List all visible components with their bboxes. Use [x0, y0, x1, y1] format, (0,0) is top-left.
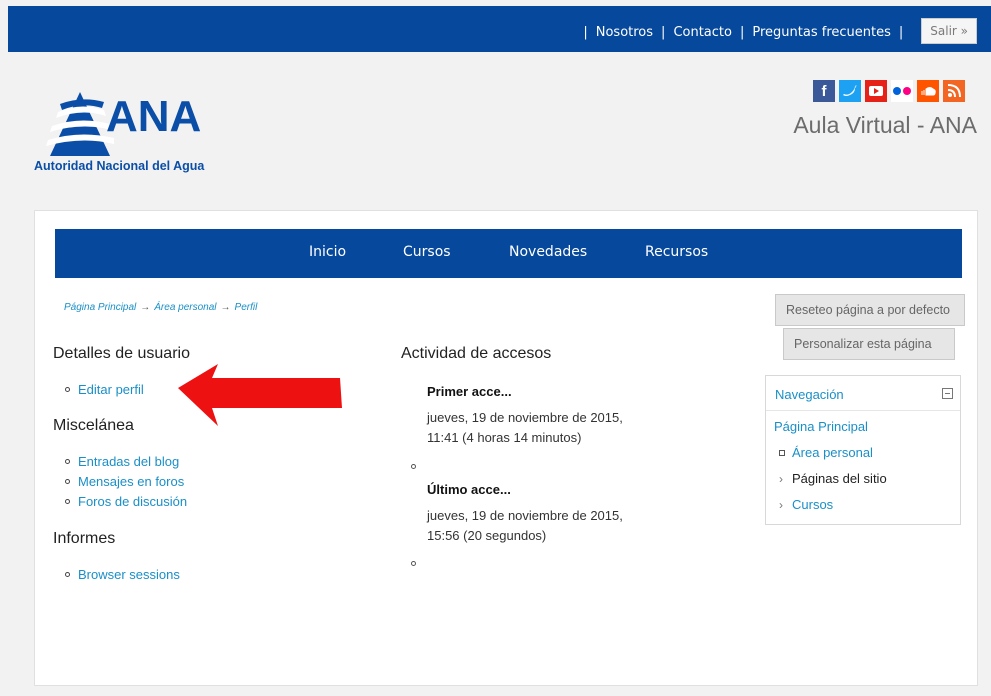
forum-posts-link[interactable]: Mensajes en foros	[78, 474, 184, 489]
list-item: Editar perfil	[65, 382, 144, 397]
breadcrumb: Página Principal → Área personal → Perfil	[64, 302, 257, 313]
list-item: Mensajes en foros	[65, 474, 184, 489]
social-icons: f	[813, 80, 965, 102]
user-details-heading: Detalles de usuario	[53, 345, 190, 362]
flickr-icon[interactable]	[891, 80, 913, 102]
first-access-time: 11:41 (4 horas 14 minutos)	[427, 430, 582, 445]
edit-profile-link[interactable]: Editar perfil	[78, 382, 144, 397]
separator: |	[739, 24, 745, 40]
annotation-arrow-icon	[178, 364, 342, 426]
first-access-date: jueves, 19 de noviembre de 2015,	[427, 410, 623, 425]
separator: |	[583, 24, 588, 40]
last-access-date: jueves, 19 de noviembre de 2015,	[427, 508, 623, 523]
nav-personal-link[interactable]: Área personal	[792, 445, 873, 460]
breadcrumb-arrow-icon: →	[140, 302, 151, 313]
list-item: Entradas del blog	[65, 454, 179, 469]
navigation-block: Navegación Página Principal Área persona…	[765, 375, 961, 525]
logo-subtitle: Autoridad Nacional del Agua	[34, 159, 205, 173]
logo-text: ANA	[106, 92, 202, 141]
main-card: Inicio Cursos Novedades Recursos Página …	[34, 210, 978, 686]
activity-heading: Actividad de accesos	[401, 345, 552, 362]
bullet-icon	[65, 479, 70, 484]
list-item: Foros de discusión	[65, 494, 187, 509]
main-nav: Inicio Cursos Novedades Recursos	[55, 229, 962, 278]
breadcrumb-profile[interactable]: Perfil	[235, 302, 258, 313]
customize-page-button[interactable]: Personalizar esta página	[783, 328, 955, 360]
bullet-icon	[411, 561, 416, 566]
bullet-icon	[65, 387, 70, 392]
reset-page-button[interactable]: Reseteo página a por defecto	[775, 294, 965, 326]
nav-site-pages-label: Páginas del sitio	[792, 471, 887, 486]
bullet-icon	[65, 499, 70, 504]
reports-heading: Informes	[53, 530, 116, 547]
nav-courses-item[interactable]: › Cursos	[779, 497, 833, 512]
separator: |	[898, 24, 904, 40]
last-access-time: 15:56 (20 segundos)	[427, 528, 547, 543]
bullet-icon	[411, 464, 416, 469]
misc-heading: Miscelánea	[53, 417, 134, 434]
ana-logo[interactable]: ANA Autoridad Nacional del Agua	[34, 86, 274, 181]
soundcloud-icon[interactable]	[917, 80, 939, 102]
divider	[766, 410, 960, 411]
rss-icon[interactable]	[943, 80, 965, 102]
last-access-title: Último acce...	[427, 482, 511, 497]
top-bar: | Nosotros | Contacto | Preguntas frecue…	[8, 6, 991, 52]
navigation-block-title[interactable]: Navegación	[775, 387, 844, 402]
logout-button[interactable]: Salir »	[921, 18, 977, 44]
list-item: Browser sessions	[65, 567, 180, 582]
bullet-icon	[65, 459, 70, 464]
nav-site-pages-item[interactable]: › Páginas del sitio	[779, 471, 887, 486]
youtube-icon[interactable]	[865, 80, 887, 102]
top-links: | Nosotros | Contacto | Preguntas frecue…	[575, 18, 977, 45]
discussion-forums-link[interactable]: Foros de discusión	[78, 494, 187, 509]
nav-personal-item: Área personal	[779, 445, 873, 460]
square-bullet-icon	[779, 450, 785, 456]
twitter-icon[interactable]	[839, 80, 861, 102]
chevron-right-icon: ›	[779, 498, 783, 512]
first-access-title: Primer acce...	[427, 384, 512, 399]
nav-recursos[interactable]: Recursos	[645, 244, 708, 260]
link-contacto[interactable]: Contacto	[673, 25, 732, 40]
bullet-icon	[65, 572, 70, 577]
nav-inicio[interactable]: Inicio	[309, 244, 346, 260]
browser-sessions-link[interactable]: Browser sessions	[78, 567, 180, 582]
site-title: Aula Virtual - ANA	[793, 112, 977, 138]
nav-cursos[interactable]: Cursos	[403, 244, 451, 260]
collapse-icon[interactable]	[942, 388, 953, 399]
breadcrumb-home[interactable]: Página Principal	[64, 302, 136, 313]
blog-entries-link[interactable]: Entradas del blog	[78, 454, 179, 469]
nav-novedades[interactable]: Novedades	[509, 244, 587, 260]
nav-courses-link[interactable]: Cursos	[792, 497, 833, 512]
link-nosotros[interactable]: Nosotros	[596, 25, 653, 40]
link-preguntas-frecuentes[interactable]: Preguntas frecuentes	[752, 25, 891, 40]
separator: |	[661, 24, 666, 40]
breadcrumb-arrow-icon: →	[220, 302, 231, 313]
facebook-icon[interactable]: f	[813, 80, 835, 102]
breadcrumb-personal[interactable]: Área personal	[154, 302, 216, 313]
nav-home-link[interactable]: Página Principal	[774, 419, 868, 434]
chevron-right-icon: ›	[779, 472, 783, 486]
